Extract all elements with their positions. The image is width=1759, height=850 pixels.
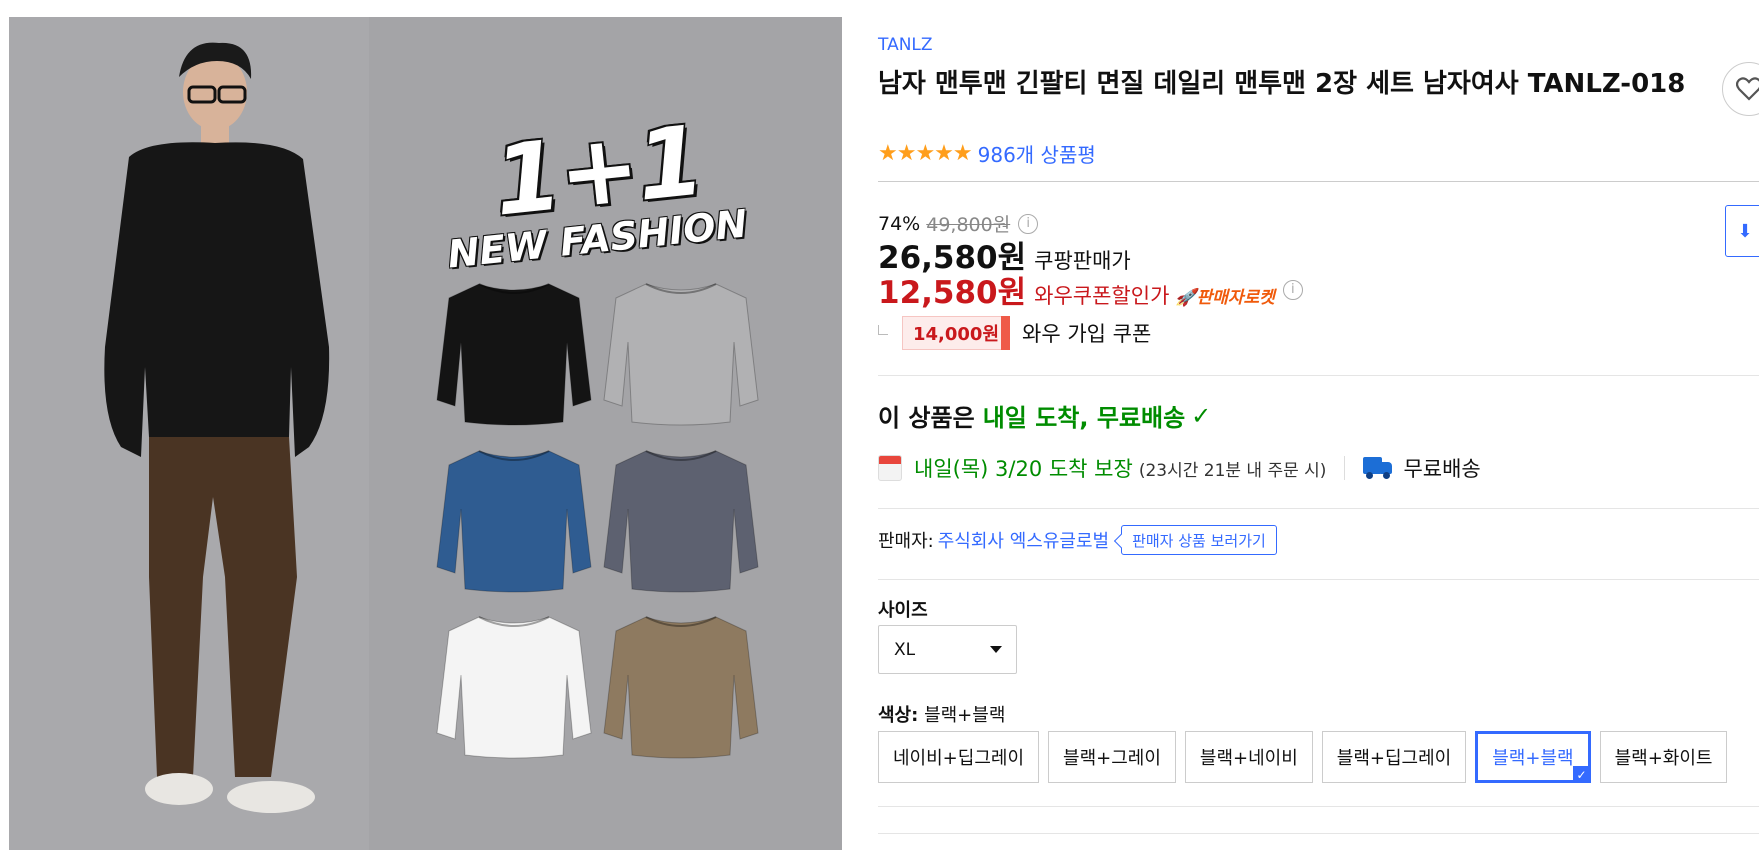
download-coupon-button[interactable]: ⬇ <box>1725 205 1759 257</box>
order-deadline: (23시간 21분 내 주문 시) <box>1138 460 1327 481</box>
divider <box>1344 456 1346 480</box>
wishlist-button[interactable] <box>1722 62 1759 116</box>
divider <box>878 375 1759 376</box>
color-option-2[interactable]: 블랙+네이비 <box>1184 731 1313 783</box>
color-option-4[interactable]: 블랙+블랙 ✓ <box>1475 731 1591 783</box>
delivery-head-prefix: 이 상품은 <box>878 404 975 432</box>
seller-products-button[interactable]: 판매자 상품 보러가기 <box>1121 525 1277 555</box>
color-option-5[interactable]: 블랙+화이트 <box>1599 731 1728 783</box>
review-count-link[interactable]: 986개 상품평 <box>978 139 1096 168</box>
seller-name-link[interactable]: 주식회사 엑스유글로벌 <box>938 527 1109 553</box>
download-icon: ⬇ <box>1737 220 1753 242</box>
join-coupon-row: 14,000원 와우 가입 쿠폰 <box>878 316 1151 350</box>
calendar-icon <box>878 455 902 481</box>
coupon-price-row: 12,580원 와우쿠폰할인가 🚀판매자로켓 i <box>878 267 1303 312</box>
join-coupon-tag[interactable]: 14,000원 <box>902 316 1011 350</box>
product-photo <box>9 17 842 850</box>
color-selected-value: 블랙+블랙 <box>924 705 1006 726</box>
seller-row: 판매자: 주식회사 엑스유글로벌 판매자 상품 보러가기 <box>878 520 1277 560</box>
truck-icon <box>1363 457 1393 479</box>
color-option-label: 블랙+그레이 <box>1063 748 1161 769</box>
divider <box>878 508 1759 509</box>
divider <box>878 833 1759 834</box>
info-icon[interactable]: i <box>1018 213 1039 234</box>
color-option-1[interactable]: 블랙+그레이 <box>1048 731 1176 783</box>
color-option-label: 블랙+블랙 <box>1492 748 1574 769</box>
caret-down-icon <box>990 646 1002 653</box>
check-icon: ✓ <box>1191 401 1212 430</box>
join-coupon-label: 와우 가입 쿠폰 <box>1022 322 1152 346</box>
divider <box>878 579 1759 580</box>
product-detail-page: 1+1 NEW FASHION TANLZ 남자 맨투맨 긴팔티 면질 데일리 … <box>0 0 1759 850</box>
indent-corner <box>878 325 888 335</box>
delivery-head-highlight: 내일 도착, 무료배송 <box>982 404 1186 432</box>
delivery-headline: 이 상품은 내일 도착, 무료배송 ✓ <box>878 398 1211 433</box>
product-main-image[interactable]: 1+1 NEW FASHION <box>9 17 842 850</box>
color-option-0[interactable]: 네이비+딥그레이 <box>878 731 1040 783</box>
brand-link[interactable]: TANLZ <box>878 35 933 55</box>
arrival-date: 내일(목) 3/20 도착 보장 <box>914 457 1133 481</box>
seller-label: 판매자: <box>878 531 934 552</box>
coupon-price: 12,580원 <box>878 275 1027 311</box>
color-option-label: 네이비+딥그레이 <box>893 748 1025 769</box>
color-option-label: 블랙+화이트 <box>1614 748 1713 769</box>
color-option-label: 블랙+네이비 <box>1199 748 1298 769</box>
size-option-label: 사이즈 <box>878 600 928 621</box>
color-label-key: 색상: <box>878 705 919 726</box>
info-icon[interactable]: i <box>1282 279 1303 300</box>
divider <box>878 806 1759 807</box>
size-selected-value: XL <box>894 639 916 660</box>
delivery-info-row: 내일(목) 3/20 도착 보장 (23시간 21분 내 주문 시) 무료배송 <box>878 450 1481 486</box>
coupon-price-label: 와우쿠폰할인가 <box>1034 284 1170 308</box>
product-title: 남자 맨투맨 긴팔티 면질 데일리 맨투맨 2장 세트 남자여사 TANLZ-0… <box>878 69 1686 99</box>
product-info: TANLZ 남자 맨투맨 긴팔티 면질 데일리 맨투맨 2장 세트 남자여사 T… <box>878 0 1759 850</box>
heart-icon <box>1736 77 1759 101</box>
color-options: 네이비+딥그레이 블랙+그레이 블랙+네이비 블랙+딥그레이 블랙+블랙 ✓ 블랙+화이트 <box>878 731 1736 783</box>
color-option-label: 색상: 블랙+블랙 <box>878 701 1005 727</box>
color-option-3[interactable]: 블랙+딥그레이 <box>1321 731 1467 783</box>
selected-check-icon: ✓ <box>1572 766 1591 783</box>
divider <box>878 181 1759 182</box>
star-rating-icon: ★★★★★ <box>878 140 973 166</box>
color-option-label: 블랙+딥그레이 <box>1336 748 1452 769</box>
size-select[interactable]: XL <box>878 625 1017 674</box>
seller-rocket-badge: 🚀판매자로켓 <box>1175 288 1275 308</box>
product-rating[interactable]: ★★★★★ 986개 상품평 <box>878 139 1096 168</box>
free-shipping-label: 무료배송 <box>1403 457 1481 481</box>
